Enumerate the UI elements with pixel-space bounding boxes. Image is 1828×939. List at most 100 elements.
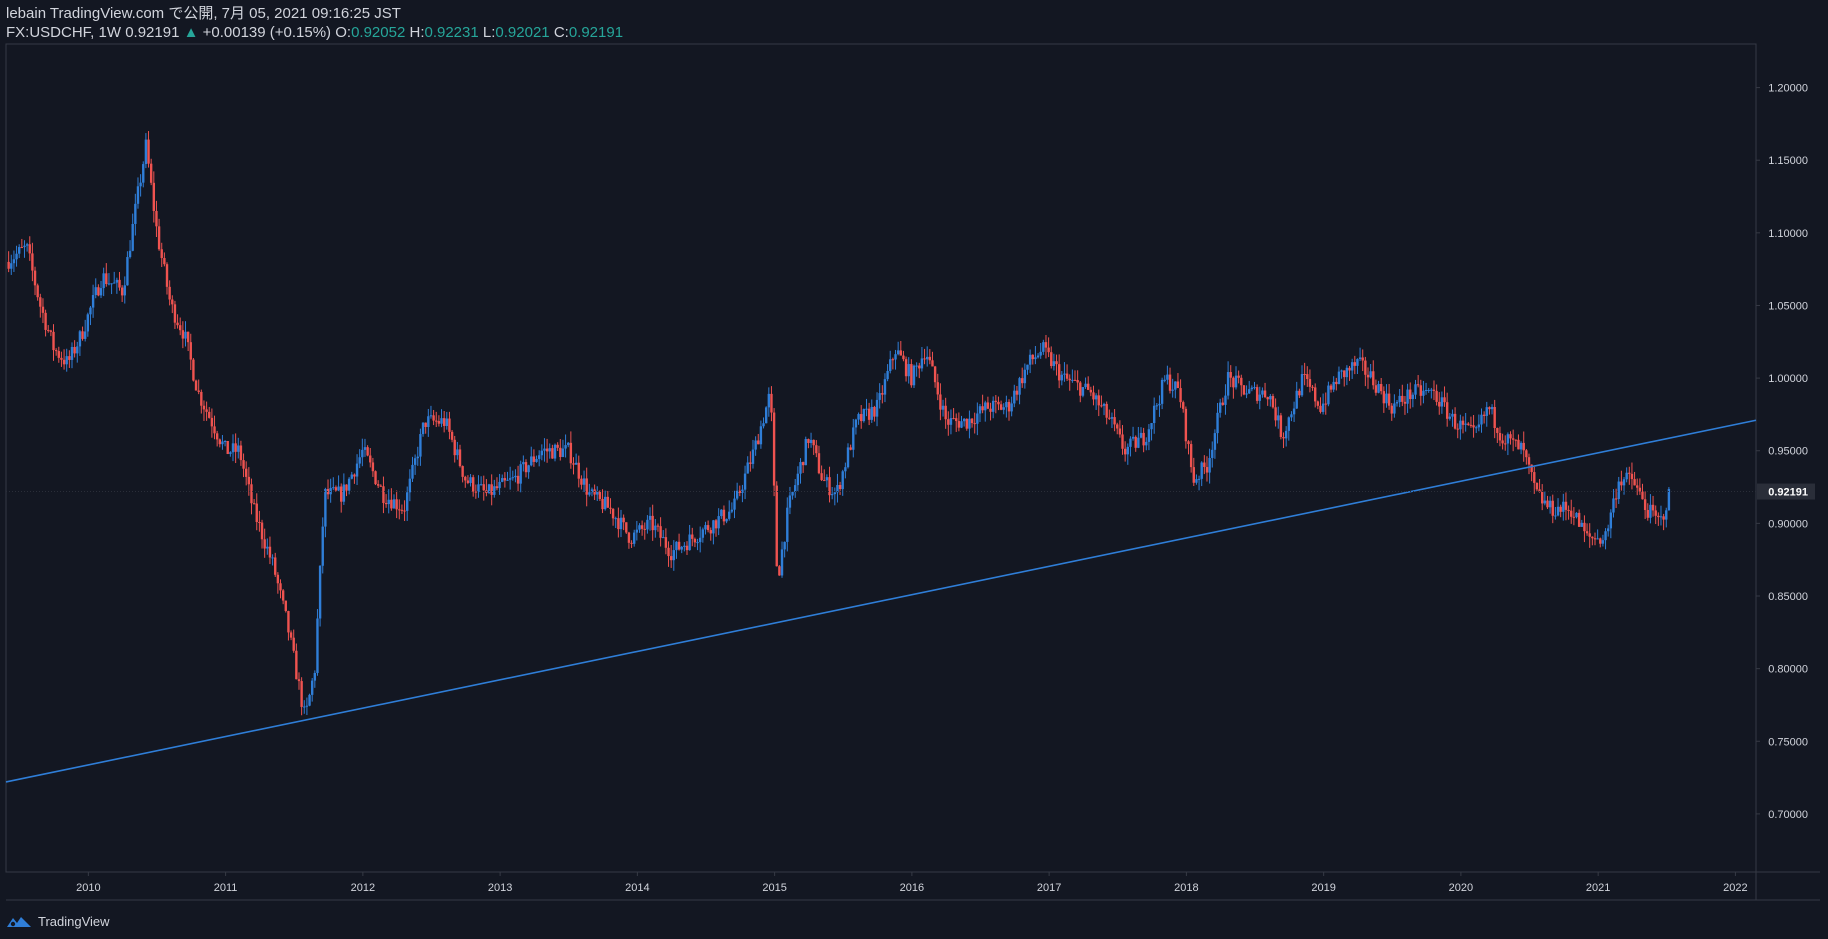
candle-body <box>274 557 277 575</box>
candle-body <box>1390 405 1393 414</box>
brand-name[interactable]: TradingView <box>38 914 110 929</box>
candle-body <box>1189 444 1193 468</box>
candle-body <box>1472 425 1475 428</box>
candle-body <box>456 449 459 456</box>
candle-body <box>358 457 361 464</box>
candle-body <box>395 499 398 510</box>
candle-body <box>324 489 327 527</box>
candle-body <box>1633 479 1636 486</box>
candle-body <box>1071 379 1074 381</box>
candle-body <box>989 408 992 412</box>
candle-body <box>1137 437 1140 448</box>
candle-body <box>110 283 113 285</box>
candle-body <box>1160 379 1164 404</box>
candle-body <box>1034 357 1037 360</box>
candle-body <box>1609 512 1613 529</box>
candle-body <box>1166 374 1169 380</box>
candle-body <box>564 445 567 449</box>
candle-body <box>852 427 855 450</box>
candle-body <box>379 485 383 487</box>
candle-body <box>142 164 145 183</box>
candle-body <box>728 511 731 519</box>
candle-body <box>1145 441 1148 446</box>
candle-body <box>1649 504 1652 518</box>
candle-body <box>1364 360 1367 375</box>
candle-body <box>643 528 646 530</box>
candle-body <box>1651 504 1655 511</box>
candle-body <box>646 519 649 530</box>
candle-body <box>978 406 982 414</box>
candle-body <box>553 444 557 459</box>
candle-body <box>1234 375 1238 388</box>
plot-area[interactable] <box>5 43 1757 873</box>
candle-body <box>1659 516 1663 518</box>
candles[interactable] <box>7 131 1671 716</box>
trendline-group[interactable] <box>5 419 1757 783</box>
candle-body <box>915 365 918 367</box>
candle-body <box>310 680 314 695</box>
candle-body <box>186 331 190 343</box>
candle-body <box>955 418 958 422</box>
candle-body <box>171 299 174 305</box>
candle-body <box>633 532 636 544</box>
candle-body <box>651 515 654 531</box>
candle-body <box>1477 424 1481 428</box>
candle-body <box>242 460 245 469</box>
candle-body <box>1630 473 1634 480</box>
candle-body <box>1042 342 1045 352</box>
candle-body <box>1197 478 1201 480</box>
candle-body <box>1385 393 1388 404</box>
candle-body <box>896 350 900 355</box>
candle-body <box>1469 424 1473 426</box>
candle-body <box>999 404 1003 410</box>
candle-body <box>221 441 224 445</box>
candle-body <box>374 471 377 485</box>
candle-body <box>1345 367 1349 378</box>
candle-body <box>1361 357 1364 361</box>
candle-body <box>767 393 771 408</box>
candle-body <box>1411 394 1415 400</box>
candle-body <box>1015 390 1019 395</box>
candle-body <box>332 487 335 489</box>
candle-body <box>126 257 129 286</box>
candle-body <box>68 356 71 360</box>
candle-body <box>820 473 823 481</box>
candle-body <box>89 307 92 315</box>
candle-body <box>648 515 652 520</box>
candle-body <box>1081 387 1085 396</box>
candle-body <box>435 420 438 422</box>
candle-body <box>514 475 517 478</box>
time-axis[interactable]: 2010 2011 2012 2013 2014 2015 2016 2017 2018 2019… <box>76 872 1748 894</box>
candle-body <box>86 314 90 332</box>
candle-body <box>1240 377 1243 386</box>
candle-body <box>1622 479 1626 486</box>
candle-body <box>12 259 16 264</box>
candle-body <box>471 477 475 492</box>
candle-body <box>493 486 496 495</box>
candle-body <box>337 486 340 491</box>
price-axis[interactable]: 1.20000 1.15000 1.10000 1.05000 1.00000 0.950… <box>1756 83 1808 821</box>
candle-body <box>889 359 892 371</box>
candle-body <box>1018 378 1021 395</box>
candle-body <box>730 509 734 512</box>
candle-body <box>735 490 739 499</box>
candle-body <box>614 518 617 520</box>
candle-body <box>780 549 784 576</box>
candle-body <box>1174 381 1177 390</box>
candle-body <box>764 407 768 424</box>
candle-body <box>1559 506 1562 512</box>
candle-body <box>1490 407 1494 410</box>
candle-body <box>181 330 185 339</box>
candle-body <box>783 541 786 550</box>
time-tick-label: 2022 <box>1723 882 1747 894</box>
candle-body <box>685 545 689 551</box>
candle-body <box>1036 355 1040 358</box>
candle-body <box>205 409 208 412</box>
time-tick-label: 2016 <box>900 882 924 894</box>
candle-body <box>1052 361 1056 367</box>
candle-body <box>1263 390 1267 398</box>
candle-body <box>194 380 198 391</box>
candle-body <box>1493 407 1496 428</box>
price-chart[interactable]: 1.20000 1.15000 1.10000 1.05000 1.00000 0.950… <box>0 0 1828 939</box>
time-tick-label: 2019 <box>1311 882 1335 894</box>
